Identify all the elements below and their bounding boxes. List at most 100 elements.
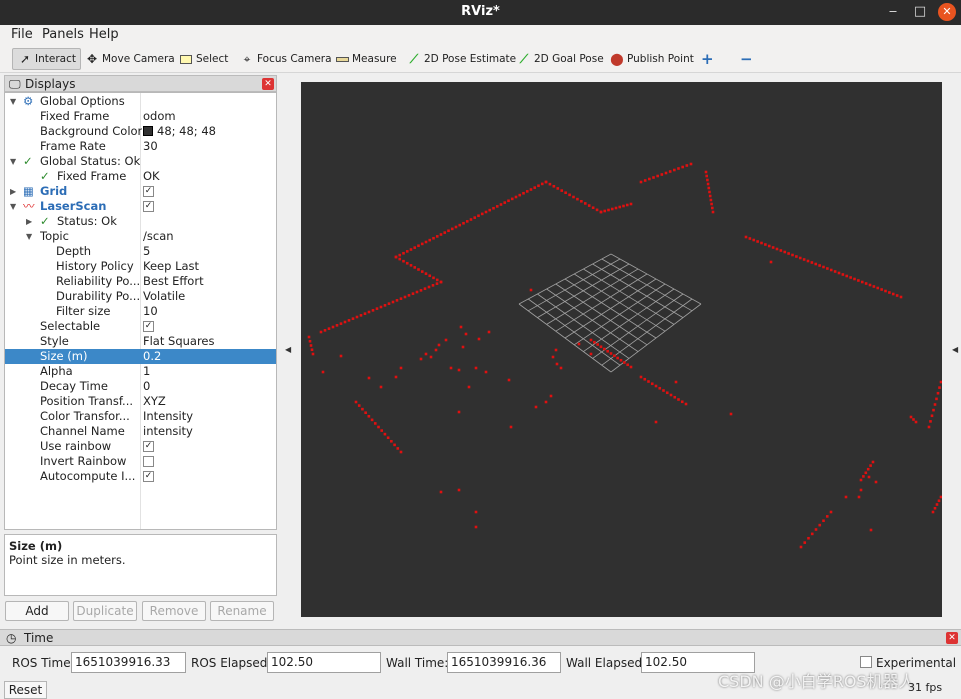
add-tool-button[interactable]: + xyxy=(701,48,714,70)
row-name: Global Status: Ok xyxy=(40,154,141,168)
expand-arrow-icon[interactable]: ▼ xyxy=(10,154,16,169)
tree-row-fixed-frame[interactable]: Fixed Frame odom xyxy=(5,109,276,124)
autocompute-checkbox[interactable]: ✓ xyxy=(143,471,154,482)
interact-tool-button[interactable]: ➚ Interact xyxy=(12,48,81,70)
row-value[interactable]: 10 xyxy=(143,304,158,319)
row-value[interactable]: 0 xyxy=(143,379,150,394)
tree-row-alpha[interactable]: Alpha 1 xyxy=(5,364,276,379)
duplicate-display-button[interactable]: Duplicate xyxy=(73,601,137,621)
row-value[interactable]: Intensity xyxy=(143,409,193,424)
tree-row-frame-rate[interactable]: Frame Rate 30 xyxy=(5,139,276,154)
tree-row-size[interactable]: Size (m) 0.2 xyxy=(5,349,276,364)
render-viewport[interactable] xyxy=(301,82,943,617)
row-value[interactable]: 0.2 xyxy=(143,349,161,364)
tree-row-channel-name[interactable]: Channel Name intensity xyxy=(5,424,276,439)
row-value[interactable]: intensity xyxy=(143,424,193,439)
scan-point xyxy=(310,348,314,352)
tree-row-selectable[interactable]: Selectable ✓ xyxy=(5,319,276,334)
collapse-arrow-icon[interactable]: ▶ xyxy=(10,184,16,199)
close-button[interactable]: ✕ xyxy=(938,3,956,21)
row-value[interactable]: Flat Squares xyxy=(143,334,215,349)
tree-row-autocompute[interactable]: Autocompute I... ✓ xyxy=(5,469,276,484)
collapse-right-icon[interactable]: ◀ xyxy=(952,345,958,354)
scan-point xyxy=(748,237,752,240)
close-panel-icon[interactable]: ✕ xyxy=(262,78,274,90)
tree-row-global-status[interactable]: ▼ ✓ Global Status: Ok xyxy=(5,154,276,169)
ros-time-field[interactable]: 1651039916.33 xyxy=(71,652,186,673)
window-title: RViz* xyxy=(461,4,500,19)
scan-point xyxy=(364,411,367,415)
expand-arrow-icon[interactable]: ▼ xyxy=(10,94,16,109)
scan-point xyxy=(599,210,603,214)
grid-enabled-checkbox[interactable]: ✓ xyxy=(143,186,154,197)
maximize-button[interactable]: □ xyxy=(911,3,929,21)
focus-camera-tool-button[interactable]: ⌖ Focus Camera xyxy=(239,48,332,70)
menu-file[interactable]: File xyxy=(11,27,33,42)
rename-display-button[interactable]: Rename xyxy=(210,601,274,621)
move-camera-tool-button[interactable]: ✥ Move Camera xyxy=(84,48,175,70)
grid-line xyxy=(583,288,675,352)
tree-row-reliability-policy[interactable]: Reliability Po... Best Effort xyxy=(5,274,276,289)
tree-row-depth[interactable]: Depth 5 xyxy=(5,244,276,259)
scan-point xyxy=(595,208,599,212)
expand-arrow-icon[interactable]: ▼ xyxy=(10,199,16,214)
menu-panels[interactable]: Panels xyxy=(42,27,84,42)
tree-row-fixed-frame-status[interactable]: ✓ Fixed Frame OK xyxy=(5,169,276,184)
pose-estimate-tool-button[interactable]: ⟋ 2D Pose Estimate xyxy=(406,48,516,70)
tree-row-color-transformer[interactable]: Color Transfor... Intensity xyxy=(5,409,276,424)
invert-rainbow-checkbox[interactable] xyxy=(143,456,154,467)
selectable-checkbox[interactable]: ✓ xyxy=(143,321,154,332)
ros-elapsed-field[interactable]: 102.50 xyxy=(267,652,381,673)
publish-point-tool-button[interactable]: ⬤ Publish Point xyxy=(609,48,694,70)
reset-button[interactable]: Reset xyxy=(4,681,47,699)
remove-display-button[interactable]: Remove xyxy=(142,601,206,621)
row-value[interactable]: odom xyxy=(143,109,176,124)
tree-row-grid[interactable]: ▶ ▦ Grid ✓ xyxy=(5,184,276,199)
tree-row-use-rainbow[interactable]: Use rainbow ✓ xyxy=(5,439,276,454)
row-value[interactable]: /scan xyxy=(143,229,174,244)
close-time-panel-icon[interactable]: ✕ xyxy=(946,632,958,644)
row-value[interactable]: Best Effort xyxy=(143,274,204,289)
displays-tree[interactable]: ▼ ⚙ Global Options Fixed Frame odom Back… xyxy=(4,92,277,530)
tree-row-decay-time[interactable]: Decay Time 0 xyxy=(5,379,276,394)
scan-point xyxy=(510,197,514,201)
select-tool-button[interactable]: Select xyxy=(178,48,228,70)
scan-point xyxy=(648,177,651,181)
row-value[interactable]: 1 xyxy=(143,364,150,379)
add-display-button[interactable]: Add xyxy=(5,601,69,621)
tree-row-durability-policy[interactable]: Durability Po... Volatile xyxy=(5,289,276,304)
minimize-button[interactable]: ‒ xyxy=(884,3,902,21)
tree-row-laserscan[interactable]: ▼ 〰 LaserScan ✓ xyxy=(5,199,276,214)
scan-point xyxy=(707,186,711,190)
tree-row-global-options[interactable]: ▼ ⚙ Global Options xyxy=(5,94,276,109)
tree-row-filter-size[interactable]: Filter size 10 xyxy=(5,304,276,319)
row-value[interactable]: 48; 48; 48 xyxy=(143,124,216,139)
use-rainbow-checkbox[interactable]: ✓ xyxy=(143,441,154,452)
menu-help[interactable]: Help xyxy=(89,27,119,42)
remove-tool-button[interactable]: − xyxy=(740,48,753,70)
tree-row-position-transformer[interactable]: Position Transf... XYZ xyxy=(5,394,276,409)
collapse-left-icon[interactable]: ◀ xyxy=(285,345,291,354)
row-value[interactable]: Keep Last xyxy=(143,259,199,274)
experimental-checkbox[interactable] xyxy=(860,656,872,668)
expand-arrow-icon[interactable]: ▼ xyxy=(26,229,32,244)
goal-pose-tool-button[interactable]: ⟋ 2D Goal Pose xyxy=(516,48,604,70)
scan-point xyxy=(387,302,391,305)
tree-row-topic[interactable]: ▼ Topic /scan xyxy=(5,229,276,244)
row-value[interactable]: 5 xyxy=(143,244,150,259)
tree-row-history-policy[interactable]: History Policy Keep Last xyxy=(5,259,276,274)
laserscan-enabled-checkbox[interactable]: ✓ xyxy=(143,201,154,212)
tree-row-status-ok[interactable]: ▶ ✓ Status: Ok xyxy=(5,214,276,229)
property-description: Size (m) Point size in meters. xyxy=(4,534,277,596)
row-value[interactable]: Volatile xyxy=(143,289,185,304)
row-value[interactable]: 30 xyxy=(143,139,158,154)
scan-point xyxy=(556,187,560,190)
measure-tool-button[interactable]: Measure xyxy=(334,48,397,70)
wall-time-field[interactable]: 1651039916.36 xyxy=(447,652,561,673)
tree-row-background-color[interactable]: Background Color 48; 48; 48 xyxy=(5,124,276,139)
tree-row-invert-rainbow[interactable]: Invert Rainbow xyxy=(5,454,276,469)
scan-point xyxy=(936,391,940,395)
row-value[interactable]: XYZ xyxy=(143,394,166,409)
tree-row-style[interactable]: Style Flat Squares xyxy=(5,334,276,349)
collapse-arrow-icon[interactable]: ▶ xyxy=(26,214,32,229)
